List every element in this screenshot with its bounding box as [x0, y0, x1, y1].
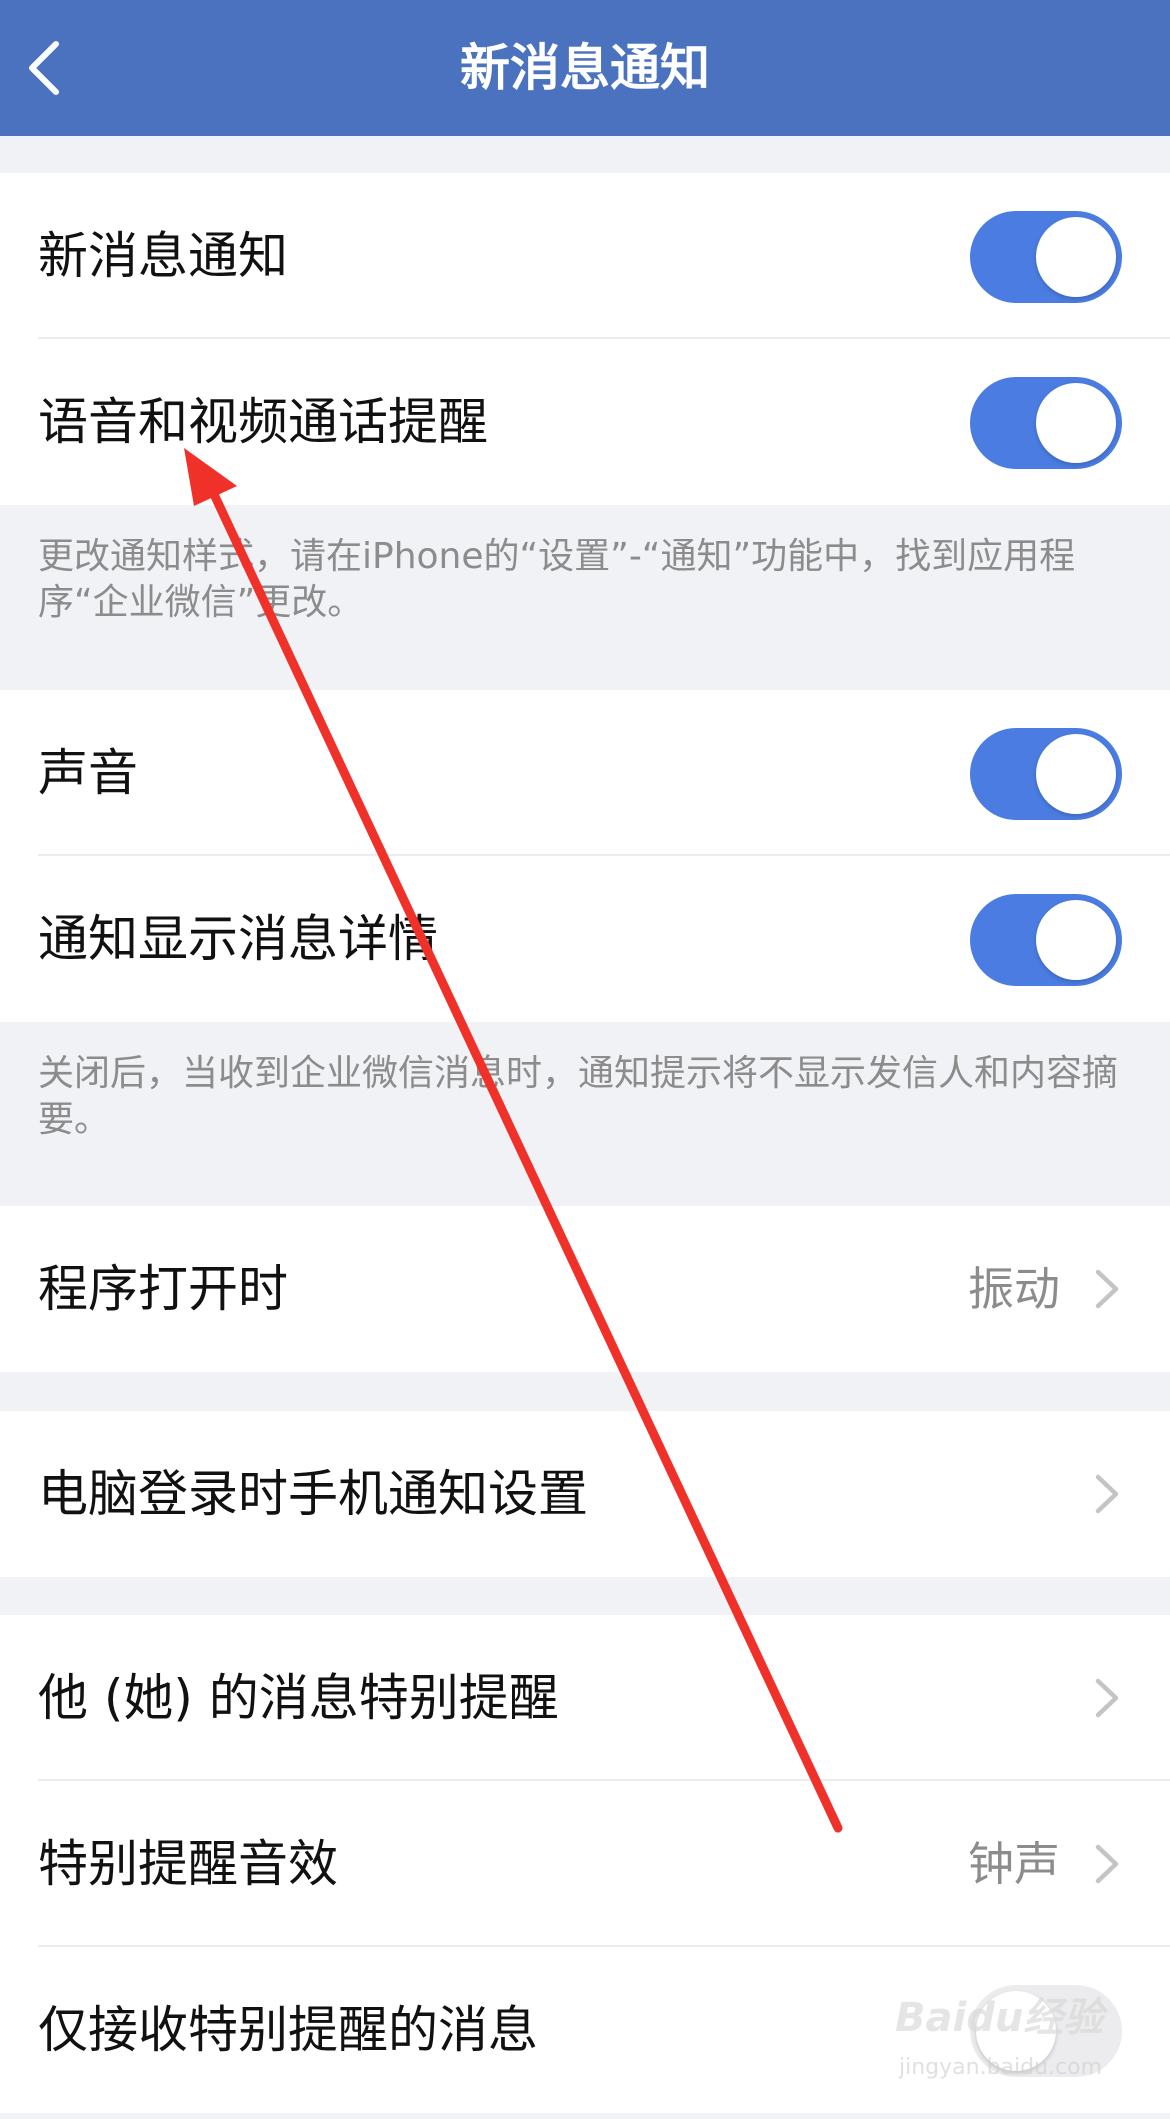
baidu-watermark: Baidu经验 jingyan.baidu.com: [895, 1985, 1125, 2095]
toggle-knob: [1036, 217, 1116, 297]
show-message-details-toggle[interactable]: [970, 894, 1122, 986]
row-value: 钟声: [968, 1837, 1060, 1891]
notification-style-note: 更改通知样式，请在iPhone的“设置”-“通知”功能中，找到应用程序“企业微信…: [38, 536, 1076, 623]
row-sound: 声音: [0, 690, 1170, 856]
navigation-bar: 新消息通知: [0, 0, 1170, 136]
message-details-note: 关闭后，当收到企业微信消息时，通知提示将不显示发信人和内容摘要。: [38, 1053, 1119, 1140]
row-label: 电脑登录时手机通知设置: [38, 1465, 588, 1523]
row-label: 程序打开时: [38, 1260, 288, 1318]
watermark-url: jingyan.baidu.com: [899, 2055, 1103, 2080]
row-when-app-open[interactable]: 程序打开时 振动: [0, 1206, 1170, 1372]
row-label: 仅接收特别提醒的消息: [38, 2001, 538, 2059]
row-special-reminder-sound[interactable]: 特别提醒音效 钟声: [0, 1781, 1170, 1947]
page-title: 新消息通知: [460, 39, 710, 97]
row-show-message-details: 通知显示消息详情: [0, 856, 1170, 1022]
row-new-message-notification: 新消息通知: [0, 173, 1170, 339]
new-message-notification-toggle[interactable]: [970, 211, 1122, 303]
row-label: 他 (她) 的消息特别提醒: [38, 1669, 559, 1727]
toggle-knob: [1036, 900, 1116, 980]
row-label: 声音: [38, 744, 138, 802]
toggle-knob: [1036, 734, 1116, 814]
row-special-reminder[interactable]: 他 (她) 的消息特别提醒: [0, 1615, 1170, 1781]
row-pc-login-notification-settings[interactable]: 电脑登录时手机通知设置: [0, 1411, 1170, 1577]
chevron-right-icon: [1095, 1269, 1119, 1309]
row-label: 特别提醒音效: [38, 1835, 338, 1893]
row-value: 振动: [968, 1262, 1060, 1316]
chevron-right-icon: [1095, 1678, 1119, 1718]
sound-toggle[interactable]: [970, 728, 1122, 820]
chevron-right-icon: [1095, 1474, 1119, 1514]
chevron-right-icon: [1095, 1844, 1119, 1884]
row-label: 通知显示消息详情: [38, 910, 438, 968]
watermark-brand: Baidu经验: [895, 1995, 1104, 2041]
row-label: 语音和视频通话提醒: [38, 393, 488, 451]
voice-video-call-reminder-toggle[interactable]: [970, 377, 1122, 469]
row-label: 新消息通知: [38, 227, 288, 285]
toggle-knob: [1036, 383, 1116, 463]
row-voice-video-call-reminder: 语音和视频通话提醒: [0, 339, 1170, 505]
